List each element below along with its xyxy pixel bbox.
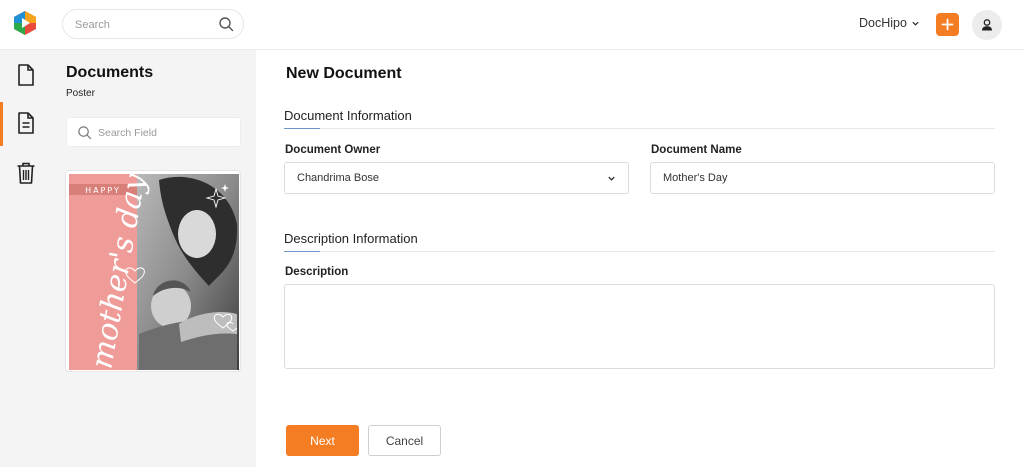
description-textarea[interactable] xyxy=(284,284,995,369)
workspace-label: DocHipo xyxy=(859,16,907,30)
description-information-section: Description Information xyxy=(284,231,995,252)
section-heading: Document Information xyxy=(284,108,412,123)
global-search-input[interactable] xyxy=(75,16,215,34)
document-owner-value: Chandrima Bose xyxy=(297,172,379,184)
document-owner-label: Document Owner xyxy=(285,144,381,156)
document-name-input[interactable] xyxy=(650,162,995,194)
document-lines-icon xyxy=(17,112,34,134)
section-divider xyxy=(284,251,995,252)
global-search[interactable] xyxy=(62,9,244,39)
search-icon[interactable] xyxy=(218,16,234,32)
cancel-button[interactable]: Cancel xyxy=(368,425,441,456)
search-icon xyxy=(78,126,92,140)
documents-panel: Documents Poster Search Field HAPPY moth… xyxy=(51,50,256,467)
user-avatar[interactable] xyxy=(972,10,1002,40)
chevron-down-icon xyxy=(912,21,919,26)
poster-thumbnail-image: HAPPY mother's day xyxy=(69,174,239,370)
plus-icon xyxy=(941,18,954,31)
workspace-dropdown[interactable]: DocHipo xyxy=(859,16,920,30)
next-button[interactable]: Next xyxy=(286,425,359,456)
page-title: New Document xyxy=(286,65,402,82)
add-button[interactable] xyxy=(936,13,959,36)
document-icon xyxy=(17,64,34,86)
field-search[interactable] xyxy=(66,117,241,147)
user-icon xyxy=(982,19,992,31)
main-content: New Document Document Information Docume… xyxy=(256,50,1024,467)
document-owner-select[interactable]: Chandrima Bose xyxy=(284,162,629,194)
dochipo-logo-icon[interactable] xyxy=(12,10,38,36)
documents-subtitle: Poster xyxy=(66,88,95,99)
document-thumbnail[interactable]: HAPPY mother's day xyxy=(65,170,241,372)
rail-item-documents[interactable] xyxy=(0,100,51,146)
field-search-input[interactable] xyxy=(98,124,233,142)
documents-title: Documents xyxy=(66,64,154,81)
section-heading: Description Information xyxy=(284,231,418,246)
document-name-label: Document Name xyxy=(651,144,742,156)
top-bar: DocHipo xyxy=(0,0,1024,50)
description-label: Description xyxy=(285,266,349,278)
rail-item-trash[interactable] xyxy=(0,150,51,196)
left-rail xyxy=(0,50,51,467)
document-information-section: Document Information xyxy=(284,108,995,129)
trash-icon xyxy=(17,162,34,184)
section-divider xyxy=(284,128,995,129)
rail-item-all-documents[interactable] xyxy=(0,52,51,98)
chevron-down-icon xyxy=(608,176,615,181)
